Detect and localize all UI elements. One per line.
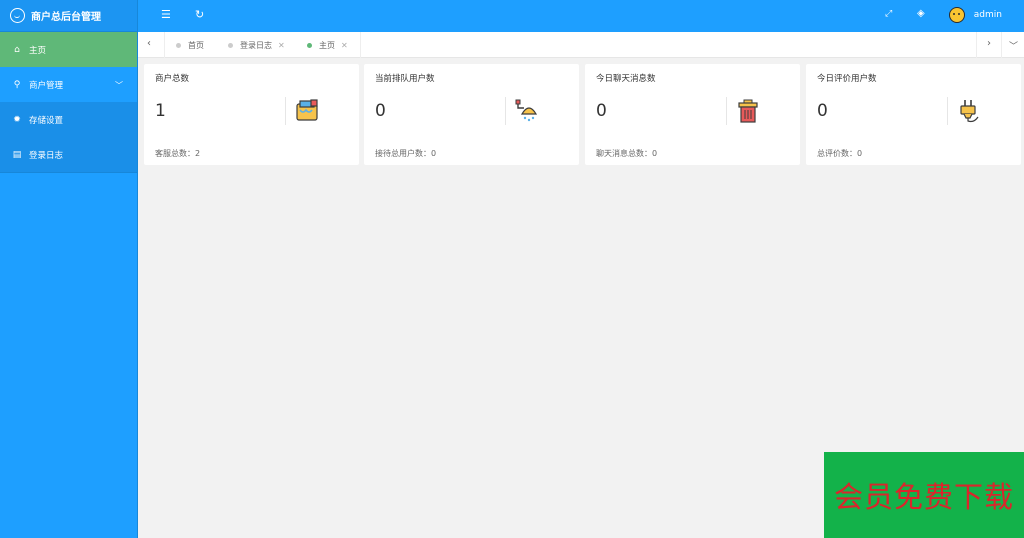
tab-dot — [307, 43, 312, 48]
card-title: 今日聊天消息数 — [596, 74, 656, 84]
divider — [726, 97, 727, 125]
user-icon: ⚲ — [13, 79, 21, 90]
card-title: 当前排队用户数 — [375, 74, 435, 84]
divider — [285, 97, 286, 125]
card-footer: 总评价数：0 — [817, 149, 863, 158]
gear-icon: ✹ — [13, 114, 21, 125]
divider — [976, 32, 977, 58]
top-header: ☰ ↻ ⤢ ◈ admin — [138, 0, 1024, 32]
paint-bucket-icon — [296, 99, 318, 121]
user-menu[interactable]: admin — [948, 7, 1002, 23]
sidebar-item-label: 登录日志 — [29, 150, 64, 161]
tab-label: 登录日志 — [240, 41, 272, 50]
card-footer: 客服总数：2 — [155, 149, 201, 158]
card-title: 今日评价用户数 — [817, 74, 877, 84]
divider — [164, 32, 165, 58]
divider — [360, 32, 361, 58]
plug-icon — [960, 100, 979, 123]
chevron-down-icon[interactable]: ﹀ — [1009, 39, 1018, 52]
tab-login-log[interactable]: 登录日志 ✕ — [228, 40, 285, 51]
user-name: admin — [973, 10, 1002, 20]
stat-card-merchants: 商户总数 1 客服总数：2 — [144, 64, 359, 165]
watermark-banner: 会员免费下载 — [824, 452, 1024, 538]
card-title: 商户总数 — [155, 74, 190, 84]
menu-toggle-icon[interactable]: ☰ — [161, 8, 171, 21]
divider — [505, 97, 506, 125]
sidebar-item-merchant[interactable]: ⚲ 商户管理 ﹀ — [0, 67, 137, 102]
fullscreen-icon[interactable]: ⤢ — [885, 9, 892, 19]
chevron-down-icon: ﹀ — [115, 81, 123, 90]
submenu: ✹ 存储设置 ▤ 登录日志 — [0, 102, 137, 172]
layers-icon[interactable]: ◈ — [917, 8, 925, 19]
divider — [947, 97, 948, 125]
avatar — [948, 7, 965, 23]
divider — [0, 172, 137, 173]
tab-label: 主页 — [319, 41, 335, 50]
app-title: 商户总后台管理 — [31, 12, 101, 23]
stat-card-queue: 当前排队用户数 0 接待总用户数：0 — [364, 64, 579, 165]
refresh-icon[interactable]: ↻ — [195, 8, 204, 21]
card-footer: 接待总用户数：0 — [375, 149, 437, 158]
sidebar-item-label: 主页 — [29, 45, 47, 56]
sidebar-item-label: 商户管理 — [29, 80, 64, 91]
card-footer: 聊天消息总数：0 — [596, 149, 658, 158]
calendar-icon: ▤ — [12, 149, 22, 160]
sidebar-item-label: 存储设置 — [29, 115, 64, 126]
close-icon[interactable]: ✕ — [341, 41, 348, 50]
tab-dot — [228, 43, 233, 48]
close-icon[interactable]: ✕ — [278, 41, 285, 50]
sidebar-item-storage[interactable]: ✹ 存储设置 — [0, 102, 137, 137]
sidebar-item-login-log[interactable]: ▤ 登录日志 — [0, 137, 137, 172]
stat-card-messages: 今日聊天消息数 0 聊天消息总数：0 — [585, 64, 800, 165]
tab-bar: ‹ 首页 登录日志 ✕ 主页 ✕ › ﹀ — [138, 32, 1024, 58]
card-value: 1 — [155, 101, 166, 121]
tab-scroll-left-icon[interactable]: ‹ — [147, 38, 151, 49]
sidebar-item-home[interactable]: ⌂ 主页 — [0, 32, 137, 67]
tab-dot — [176, 43, 181, 48]
brand[interactable]: 商户总后台管理 — [0, 0, 137, 32]
home-icon: ⌂ — [14, 44, 20, 55]
sidebar: 商户总后台管理 ⌂ 主页 ⚲ 商户管理 ﹀ ✹ 存储设置 ▤ 登录日志 — [0, 0, 138, 538]
tab-home[interactable]: 首页 — [176, 40, 204, 51]
shower-icon — [515, 99, 538, 122]
tab-main[interactable]: 主页 ✕ — [307, 40, 348, 51]
tab-scroll-right-icon[interactable]: › — [987, 38, 991, 49]
divider — [1001, 32, 1002, 58]
tab-label: 首页 — [188, 41, 204, 50]
logo-icon — [10, 8, 25, 23]
stat-card-reviews: 今日评价用户数 0 总评价数：0 — [806, 64, 1021, 165]
watermark-text: 会员免费下载 — [833, 480, 1014, 514]
card-value: 0 — [817, 101, 828, 121]
trash-bin-icon — [738, 99, 758, 123]
card-value: 0 — [375, 101, 386, 121]
card-value: 0 — [596, 101, 607, 121]
